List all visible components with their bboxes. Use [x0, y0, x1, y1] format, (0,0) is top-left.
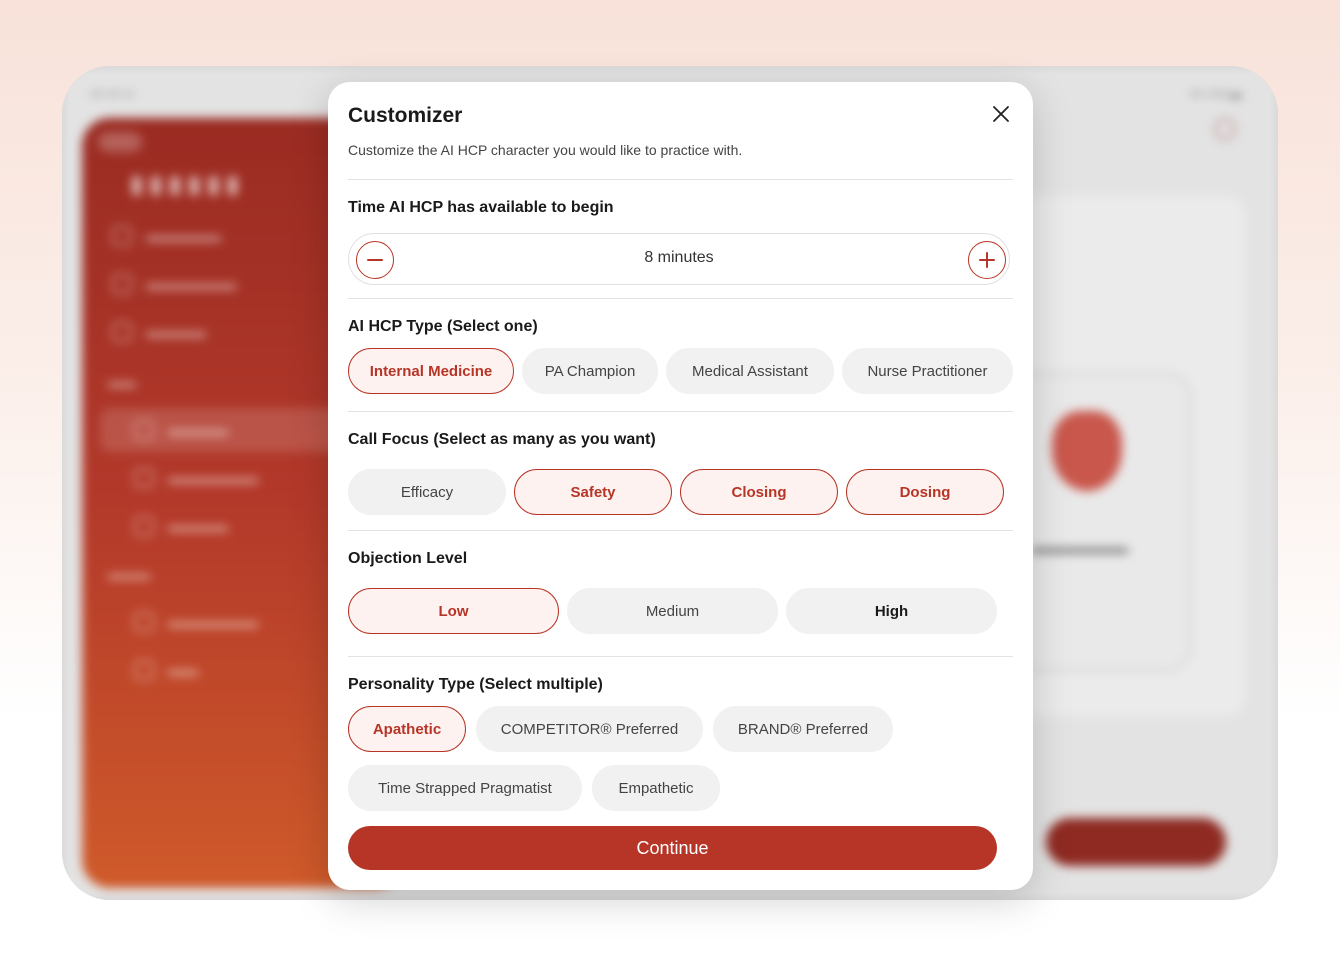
hcp-type-label: AI HCP Type (Select one)	[348, 318, 538, 335]
increase-time-button[interactable]	[968, 241, 1006, 279]
chip-time-strapped-pragmatist[interactable]: Time Strapped Pragmatist	[348, 765, 582, 811]
status-bar-time: ▪▪▪ ▪▪▪ ▪▪	[90, 86, 135, 101]
plus-circle-icon	[979, 252, 995, 268]
objection-label: Objection Level	[348, 550, 468, 567]
chip-efficacy[interactable]: Efficacy	[348, 469, 506, 515]
close-button[interactable]	[989, 102, 1013, 126]
status-bar-icons: ▪▪ ▪ ▪▪▪ ▬	[1190, 86, 1243, 101]
time-value: 8 minutes	[644, 249, 714, 266]
chip-high[interactable]: High	[786, 588, 997, 634]
chip-low[interactable]: Low	[348, 588, 559, 634]
chip-pa-champion[interactable]: PA Champion	[522, 348, 658, 394]
divider	[348, 298, 1013, 299]
call-focus-label: Call Focus (Select as many as you want)	[348, 431, 656, 448]
chip-nurse-practitioner[interactable]: Nurse Practitioner	[842, 348, 1013, 394]
chip-safety[interactable]: Safety	[514, 469, 672, 515]
chip-closing[interactable]: Closing	[680, 469, 838, 515]
chip-internal-medicine[interactable]: Internal Medicine	[348, 348, 514, 394]
chip-competitor-preferred[interactable]: COMPETITOR® Preferred	[476, 706, 703, 752]
avatar-icon	[1214, 118, 1236, 140]
modal-subtitle: Customize the AI HCP character you would…	[348, 142, 743, 158]
heart-icon	[1052, 411, 1122, 491]
chip-medium[interactable]: Medium	[567, 588, 778, 634]
logo: ▮▮▮▮▮▮	[130, 171, 246, 198]
divider	[348, 656, 1013, 657]
personality-label: Personality Type (Select multiple)	[348, 676, 603, 693]
time-label: Time AI HCP has available to begin	[348, 199, 614, 216]
divider	[348, 530, 1013, 531]
chip-apathetic[interactable]: Apathetic	[348, 706, 466, 752]
chip-brand-preferred[interactable]: BRAND® Preferred	[713, 706, 893, 752]
divider	[348, 179, 1013, 180]
chip-empathetic[interactable]: Empathetic	[592, 765, 720, 811]
continue-button[interactable]: Continue	[348, 826, 997, 870]
time-stepper: 8 minutes	[348, 233, 1010, 285]
close-icon	[993, 106, 1009, 122]
chip-medical-assistant[interactable]: Medical Assistant	[666, 348, 834, 394]
divider	[348, 411, 1013, 412]
customizer-modal: Customizer Customize the AI HCP characte…	[328, 82, 1033, 890]
chip-dosing[interactable]: Dosing	[846, 469, 1004, 515]
modal-title: Customizer	[348, 104, 463, 127]
